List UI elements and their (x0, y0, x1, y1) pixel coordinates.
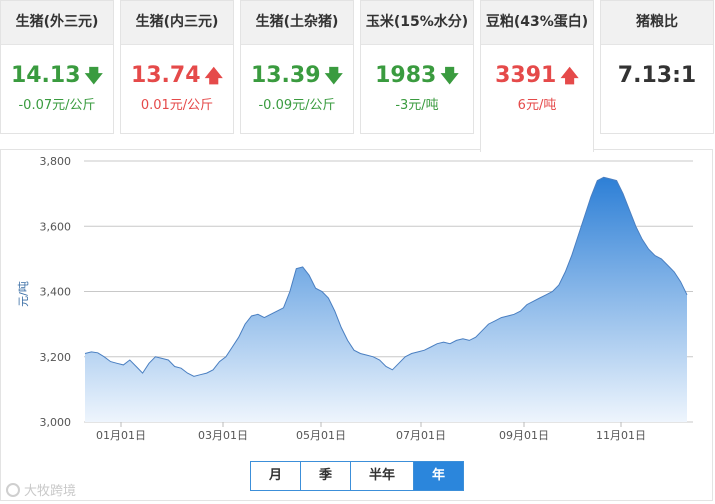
card-value-number: 7.13:1 (617, 63, 697, 88)
range-tabs: 月 季 半年 年 (250, 461, 464, 491)
area-series (84, 176, 688, 422)
card-value-number: 13.74 (130, 63, 201, 88)
card-title: 玉米(15%水分) (361, 1, 473, 45)
card-pig-local[interactable]: 生猪(土杂猪) 13.39 🡇 -0.09元/公斤 (240, 0, 354, 134)
price-chart[interactable]: 3,000 3,200 3,400 3,600 3,800 01月01日 03月01日 05… (1, 150, 712, 500)
card-change: -0.07元/公斤 (18, 98, 96, 113)
x-tick-label: 01月01日 (96, 429, 146, 442)
card-value: 3391 🡅 (481, 63, 593, 90)
x-tick-label: 07月01日 (396, 429, 446, 442)
arrow-up-icon: 🡅 (204, 66, 224, 87)
card-corn[interactable]: 玉米(15%水分) 1983 🡇 -3元/吨 (360, 0, 474, 134)
card-title: 生猪(外三元) (1, 1, 113, 45)
card-title: 生猪(土杂猪) (241, 1, 353, 45)
card-title: 猪粮比 (601, 1, 713, 45)
arrow-down-icon: 🡇 (324, 66, 344, 87)
card-pig-grain-ratio[interactable]: 猪粮比 7.13:1 (600, 0, 714, 134)
y-axis: 3,000 3,200 3,400 3,600 3,800 (40, 155, 72, 429)
card-change: -3元/吨 (395, 98, 439, 113)
tab-half-year[interactable]: 半年 (351, 462, 414, 490)
card-change: 0.01元/公斤 (140, 98, 214, 113)
card-value-number: 3391 (495, 63, 557, 88)
card-value: 1983 🡇 (361, 63, 473, 90)
card-title: 生猪(内三元) (121, 1, 233, 45)
card-value-number: 14.13 (10, 63, 81, 88)
arrow-down-icon: 🡇 (84, 66, 104, 87)
card-pig-inner[interactable]: 生猪(内三元) 13.74 🡅 0.01元/公斤 (120, 0, 234, 134)
tab-month[interactable]: 月 (251, 462, 301, 490)
card-value: 14.13 🡇 (1, 63, 113, 90)
y-tick-label: 3,000 (40, 416, 72, 429)
y-tick-label: 3,200 (40, 351, 72, 364)
tab-quarter[interactable]: 季 (301, 462, 351, 490)
x-tick-label: 05月01日 (296, 429, 346, 442)
card-change: -0.09元/公斤 (258, 98, 336, 113)
price-cards: 生猪(外三元) 14.13 🡇 -0.07元/公斤 生猪(内三元) 13.74 🡅 … (0, 0, 715, 152)
card-pig-outer[interactable]: 生猪(外三元) 14.13 🡇 -0.07元/公斤 (0, 0, 114, 134)
chart-panel: 3,000 3,200 3,400 3,600 3,800 01月01日 03月01日 05… (0, 149, 713, 501)
x-tick-label: 03月01日 (198, 429, 248, 442)
card-title: 豆粕(43%蛋白) (481, 1, 593, 45)
x-tick-label: 09月01日 (499, 429, 549, 442)
y-tick-label: 3,600 (40, 220, 72, 233)
x-axis: 01月01日 03月01日 05月01日 07月01日 09月01日 11月01日 (96, 422, 646, 442)
y-tick-label: 3,800 (40, 155, 72, 168)
arrow-down-icon: 🡇 (440, 66, 459, 87)
watermark: 大牧跨境 (6, 480, 76, 499)
card-value: 13.39 🡇 (241, 63, 353, 90)
watermark-text: 大牧跨境 (24, 484, 77, 499)
arrow-up-icon: 🡅 (560, 66, 579, 87)
card-value: 13.74 🡅 (121, 63, 233, 90)
y-tick-label: 3,400 (40, 286, 72, 299)
card-value-number: 13.39 (250, 63, 321, 88)
card-value: 7.13:1 (601, 63, 713, 89)
card-value-number: 1983 (375, 63, 437, 88)
watermark-logo-icon (6, 482, 20, 497)
x-tick-label: 11月01日 (596, 429, 646, 442)
card-change: 6元/吨 (517, 98, 557, 113)
y-axis-label: 元/吨 (17, 281, 30, 307)
tab-year[interactable]: 年 (414, 462, 463, 490)
area-fill (85, 177, 687, 422)
card-soymeal[interactable]: 豆粕(43%蛋白) 3391 🡅 6元/吨 (480, 0, 594, 152)
